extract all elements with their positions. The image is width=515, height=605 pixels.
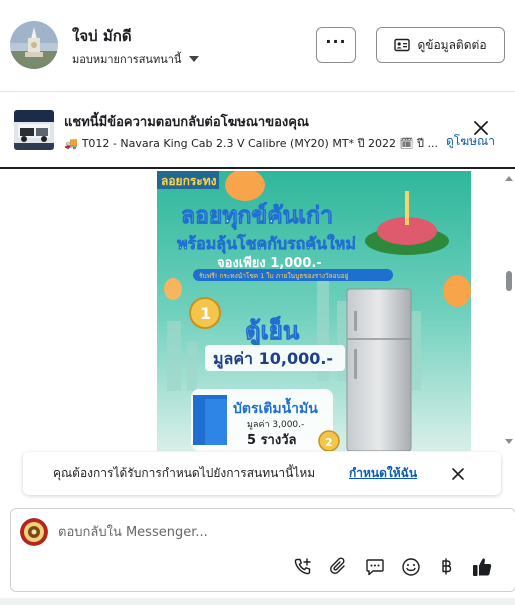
scrollbar-thumb[interactable]: [506, 271, 512, 291]
contact-avatar[interactable]: [10, 21, 58, 69]
message-composer: [10, 508, 515, 592]
assign-prompt-card: คุณต้องการได้รับการกำหนดไปยังการสนทนานี้…: [23, 452, 501, 495]
ad-headline-4: รับฟรี! กระทงนำโชค 1 ใบ ภายในบูธของรางวั…: [199, 272, 349, 280]
ad-headline-2: พร้อมลุ้นโชคกับรถคันใหม่: [177, 233, 356, 254]
message-thread: ลอยกระทง ลอยทุกข์คันเก่า พร้อมลุ้นโชคกับ…: [0, 171, 515, 451]
contact-name: ใจบ่ มักดี: [72, 27, 132, 45]
view-contact-info-label: ดูข้อมูลติดต่อ: [417, 37, 487, 52]
reply-input[interactable]: [58, 519, 498, 545]
attachment-icon[interactable]: [327, 555, 351, 579]
ad-image-message[interactable]: ลอยกระทง ลอยทุกข์คันเก่า พร้อมลุ้นโชคกับ…: [157, 171, 471, 451]
payment-icon[interactable]: [434, 555, 458, 579]
contact-card-icon: [394, 38, 411, 52]
more-options-icon: ···: [325, 32, 347, 51]
assign-conversation-label: มอบหมายการสนทนานี้: [72, 53, 182, 66]
ad-headline-1: ลอยทุกข์คันเก่า: [181, 202, 333, 230]
message-scrollbar[interactable]: [503, 171, 515, 451]
ad-headline-3: จองเพียง 1,000.-: [217, 255, 322, 271]
like-icon[interactable]: [470, 555, 494, 579]
prize-2-count: 5 รางวัล: [247, 433, 297, 448]
ad-reply-banner: แชทนี้มีข้อความตอบกลับต่อโฆษณาของคุณ 🚚 T…: [0, 92, 515, 169]
view-contact-info-button[interactable]: ดูข้อมูลติดต่อ: [376, 27, 505, 63]
close-icon[interactable]: [472, 119, 490, 137]
saved-reply-icon[interactable]: [363, 555, 387, 579]
ad-thumbnail: [14, 110, 54, 150]
more-options-button[interactable]: ···: [316, 27, 356, 63]
prize-2-badge: 2: [325, 436, 333, 449]
assign-prompt-text: คุณต้องการได้รับการกำหนดไปยังการสนทนานี้…: [53, 466, 316, 480]
ad-top-label: ลอยกระทง: [161, 174, 217, 188]
assign-to-me-link[interactable]: กำหนดให้ฉัน: [349, 464, 417, 483]
page-avatar: [20, 518, 48, 546]
conversation-header: ใจบ่ มักดี มอบหมายการสนทนานี้ ··· ดูข้อม…: [0, 0, 515, 92]
truck-icon: 🚚: [64, 136, 78, 150]
bottom-strip: [0, 598, 515, 605]
prize-2-value: มูลค่า 3,000.-: [247, 420, 304, 430]
chevron-down-icon: [189, 56, 200, 62]
close-icon[interactable]: [451, 466, 465, 480]
prize-1-badge: 1: [200, 304, 211, 323]
scroll-down-icon[interactable]: [505, 439, 513, 444]
prize-1-name: ตู้เย็น: [245, 316, 300, 346]
scroll-up-icon[interactable]: [505, 176, 513, 181]
ad-reply-subtitle-row: 🚚 T012 - Navara King Cab 2.3 V Calibre (…: [64, 134, 438, 152]
call-add-icon[interactable]: [291, 555, 315, 579]
ad-reply-title: แชทนี้มีข้อความตอบกลับต่อโฆษณาของคุณ: [64, 115, 309, 130]
ad-reply-subtitle: T012 - Navara King Cab 2.3 V Calibre (MY…: [81, 137, 438, 150]
emoji-icon[interactable]: [399, 555, 423, 579]
assign-conversation-dropdown[interactable]: มอบหมายการสนทนานี้: [72, 50, 200, 68]
prize-1-value: มูลค่า 10,000.-: [213, 349, 333, 370]
